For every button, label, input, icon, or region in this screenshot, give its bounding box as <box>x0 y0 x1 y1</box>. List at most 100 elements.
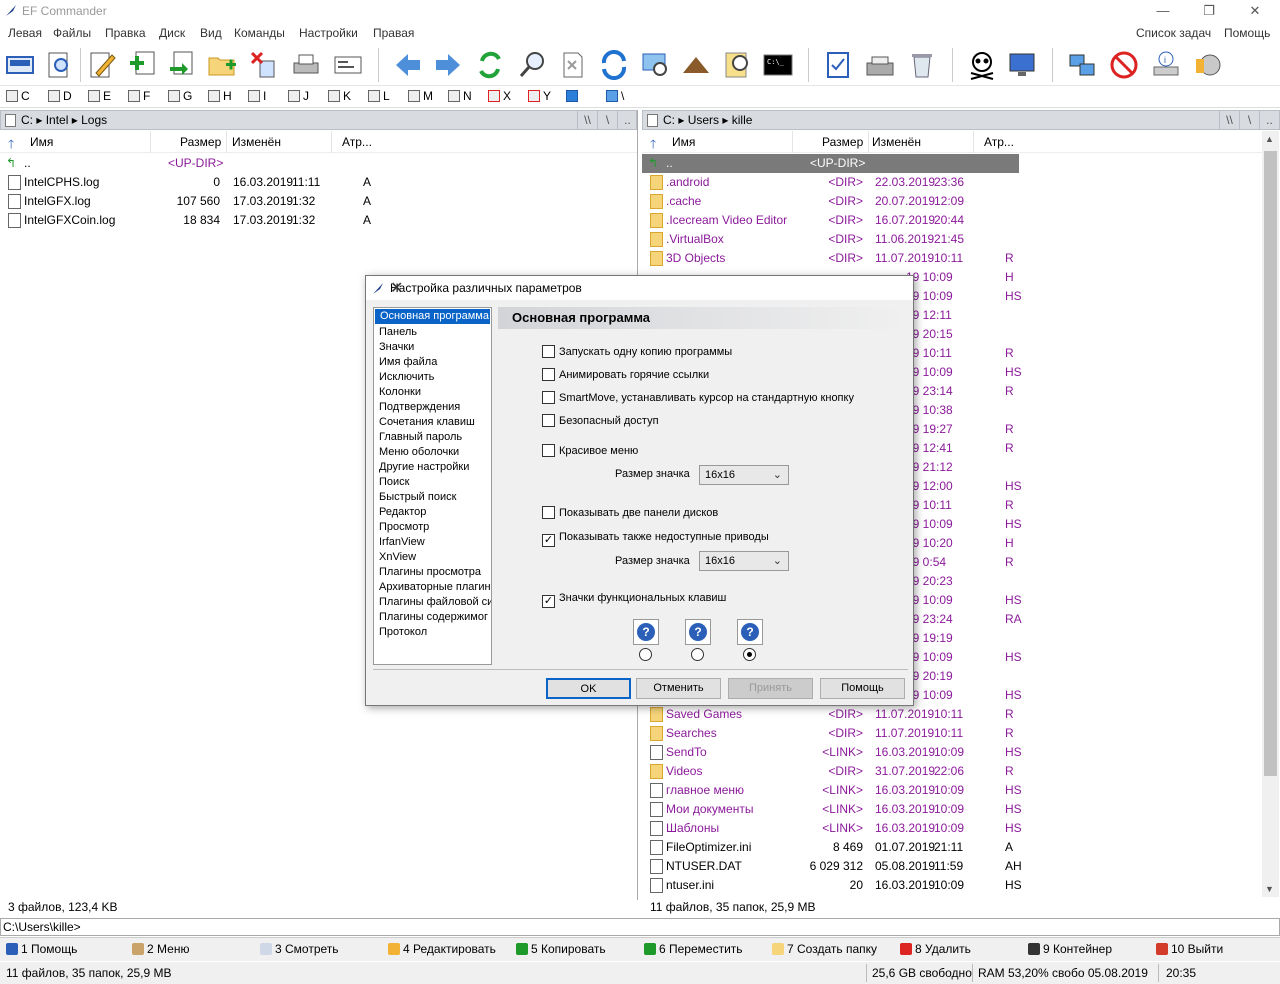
drive-f[interactable]: F <box>128 89 150 105</box>
refresh-icon[interactable] <box>474 49 506 81</box>
settings-category-item[interactable]: Поиск <box>374 475 491 490</box>
network-icon[interactable] <box>1066 49 1098 81</box>
radio-icon-style-2[interactable] <box>691 648 704 661</box>
table-row[interactable]: Videos <DIR> 31.07.2019 22:06 R <box>642 762 1262 781</box>
right-path[interactable]: C: ▸ Users ▸ kille <box>663 113 752 127</box>
drive-l[interactable]: L <box>368 89 390 105</box>
checkbox-animate-links[interactable]: Анимировать горячие ссылки <box>542 368 709 381</box>
table-row[interactable]: .Icecream Video Editor <DIR> 16.07.2019 20:… <box>642 211 1262 230</box>
right-scrollbar[interactable]: ▲ ▼ <box>1262 131 1279 897</box>
drive-c[interactable]: C <box>6 89 30 105</box>
menu-right[interactable]: Правая <box>373 26 414 40</box>
col-size[interactable]: Размер <box>822 135 863 149</box>
icon-size-select[interactable]: 16x16 ⌄ <box>699 465 789 485</box>
settings-category-item[interactable]: Редактор <box>374 505 491 520</box>
checkbox-box[interactable]: ✓ <box>542 534 555 547</box>
checkbox-two-drive-bars[interactable]: Показывать две панели дисков <box>542 506 718 519</box>
info-icon[interactable]: i <box>1150 49 1182 81</box>
updir-row[interactable]: ↰ .. <UP-DIR> <box>0 154 637 173</box>
drive-h[interactable]: H <box>208 89 232 105</box>
up-root-button[interactable]: \ <box>597 111 617 129</box>
settings-category-item[interactable]: Имя файла <box>374 355 491 370</box>
radio-icon-style-1[interactable] <box>639 648 652 661</box>
monitor-icon[interactable] <box>1006 49 1038 81</box>
table-row[interactable]: ntuser.ini 20 16.03.2019 10:09 HS <box>642 876 1262 895</box>
f6-move-button[interactable]: 6 Переместить <box>644 942 743 956</box>
settings-category-item[interactable]: Значки <box>374 340 491 355</box>
settings-category-item[interactable]: Плагины файловой си <box>374 595 491 610</box>
forward-arrow-icon[interactable] <box>432 49 464 81</box>
settings-category-list[interactable]: Основная программа Панель Значки Имя файла И… <box>373 307 492 665</box>
table-row[interactable]: IntelGFX.log 107 560 17.03.2019 1:32 A <box>0 192 637 211</box>
table-row[interactable]: .VirtualBox <DIR> 11.06.2019 21:45 <box>642 230 1262 249</box>
menu-commands[interactable]: Команды <box>234 26 285 40</box>
media-icon[interactable] <box>1192 49 1224 81</box>
drive-i[interactable]: I <box>248 89 266 105</box>
menu-help[interactable]: Помощь <box>1224 26 1270 40</box>
col-modified[interactable]: Изменён <box>232 135 281 149</box>
scroll-down-icon[interactable]: ▼ <box>1265 884 1274 894</box>
ok-button[interactable]: OK <box>546 678 631 699</box>
col-name[interactable]: Имя <box>30 135 53 149</box>
settings-category-item[interactable]: XnView <box>374 550 491 565</box>
table-row[interactable]: 3D Objects <DIR> 11.07.2019 10:11 R <box>642 249 1262 268</box>
settings-category-item[interactable]: Исключить <box>374 370 491 385</box>
help-button[interactable]: Помощь <box>820 678 905 699</box>
settings-category-item[interactable]: Архиваторные плагин <box>374 580 491 595</box>
f2-menu-button[interactable]: 2 Меню <box>132 942 189 956</box>
checkbox-inaccessible-drives[interactable]: ✓ Показывать также недоступные приводы <box>542 531 769 547</box>
drive-n[interactable]: N <box>448 89 472 105</box>
f1-help-button[interactable]: 1 Помощь <box>6 942 77 956</box>
scroll-up-icon[interactable]: ▲ <box>1265 134 1274 144</box>
table-row[interactable]: главное меню <LINK> 16.03.2019 10:09 HS <box>642 781 1262 800</box>
table-row[interactable]: .android <DIR> 22.03.2019 23:36 <box>642 173 1262 192</box>
command-line[interactable]: C:\Users\kille> <box>0 918 1280 936</box>
drive-j[interactable]: J <box>288 89 309 105</box>
col-attr[interactable]: Атр... <box>984 135 1014 149</box>
table-row[interactable]: IntelGFXCoin.log 18 834 17.03.2019 1:32 … <box>0 211 637 230</box>
maximize-button[interactable]: ❐ <box>1186 0 1232 22</box>
up-root-button[interactable]: \ <box>1239 111 1259 129</box>
checkbox-single-instance[interactable]: Запускать одну копию программы <box>542 345 732 358</box>
updir-row-selected[interactable]: ↰ .. <UP-DIR> <box>642 154 1019 173</box>
settings-category-item[interactable]: Другие настройки <box>374 460 491 475</box>
eject-icon[interactable] <box>680 49 712 81</box>
f8-delete-button[interactable]: 8 Удалить <box>900 942 971 956</box>
f5-copy-button[interactable]: 5 Копировать <box>516 942 606 956</box>
settings-category-item[interactable]: Сочетания клавиш <box>374 415 491 430</box>
close-window-button[interactable]: ✕ <box>1232 0 1278 22</box>
drive-y[interactable]: Y <box>528 89 551 105</box>
settings-category-item[interactable]: Меню оболочки <box>374 445 491 460</box>
f10-exit-button[interactable]: 10 Выйти <box>1156 942 1223 956</box>
skull-icon[interactable] <box>966 49 998 81</box>
menu-left[interactable]: Левая <box>8 26 42 40</box>
properties-icon[interactable] <box>332 49 364 81</box>
delete-icon[interactable] <box>248 49 280 81</box>
drive-network-root[interactable]: \ <box>606 89 624 105</box>
table-row[interactable]: Мои документы <LINK> 16.03.2019 10:09 HS <box>642 800 1262 819</box>
copy-plus-icon[interactable] <box>126 49 158 81</box>
checkbox-fkey-icons[interactable]: ✓ Значки функциональных клавиш <box>542 592 726 608</box>
f3-view-button[interactable]: 3 Смотреть <box>260 942 339 956</box>
checkbox-box[interactable]: ✓ <box>542 595 555 608</box>
col-attr[interactable]: Атр... <box>342 135 372 149</box>
table-row[interactable]: .cache <DIR> 20.07.2019 12:09 <box>642 192 1262 211</box>
disconnect-icon[interactable] <box>1108 49 1140 81</box>
table-row[interactable]: IntelCPHS.log 0 16.03.2019 11:11 A <box>0 173 637 192</box>
settings-category-item[interactable]: Колонки <box>374 385 491 400</box>
drive-m[interactable]: M <box>408 89 433 105</box>
table-row[interactable]: SendTo <LINK> 16.03.2019 10:09 HS <box>642 743 1262 762</box>
table-row[interactable]: Шаблоны <LINK> 16.03.2019 10:09 HS <box>642 819 1262 838</box>
sort-arrow-icon[interactable]: 🡑 <box>8 135 14 156</box>
sync-icon[interactable] <box>598 49 630 81</box>
cancel-button[interactable]: Отменить <box>636 678 721 699</box>
find-icon[interactable] <box>516 49 548 81</box>
col-size[interactable]: Размер <box>180 135 221 149</box>
settings-category-item[interactable]: Быстрый поиск <box>374 490 491 505</box>
menu-edit[interactable]: Правка <box>105 26 146 40</box>
quick-view-icon[interactable] <box>722 49 754 81</box>
move-icon[interactable] <box>166 49 198 81</box>
root-button[interactable]: \\ <box>1219 111 1239 129</box>
drive-k[interactable]: K <box>328 89 351 105</box>
checkbox-smartmove[interactable]: SmartMove, устанавливать курсор на станд… <box>542 391 854 404</box>
